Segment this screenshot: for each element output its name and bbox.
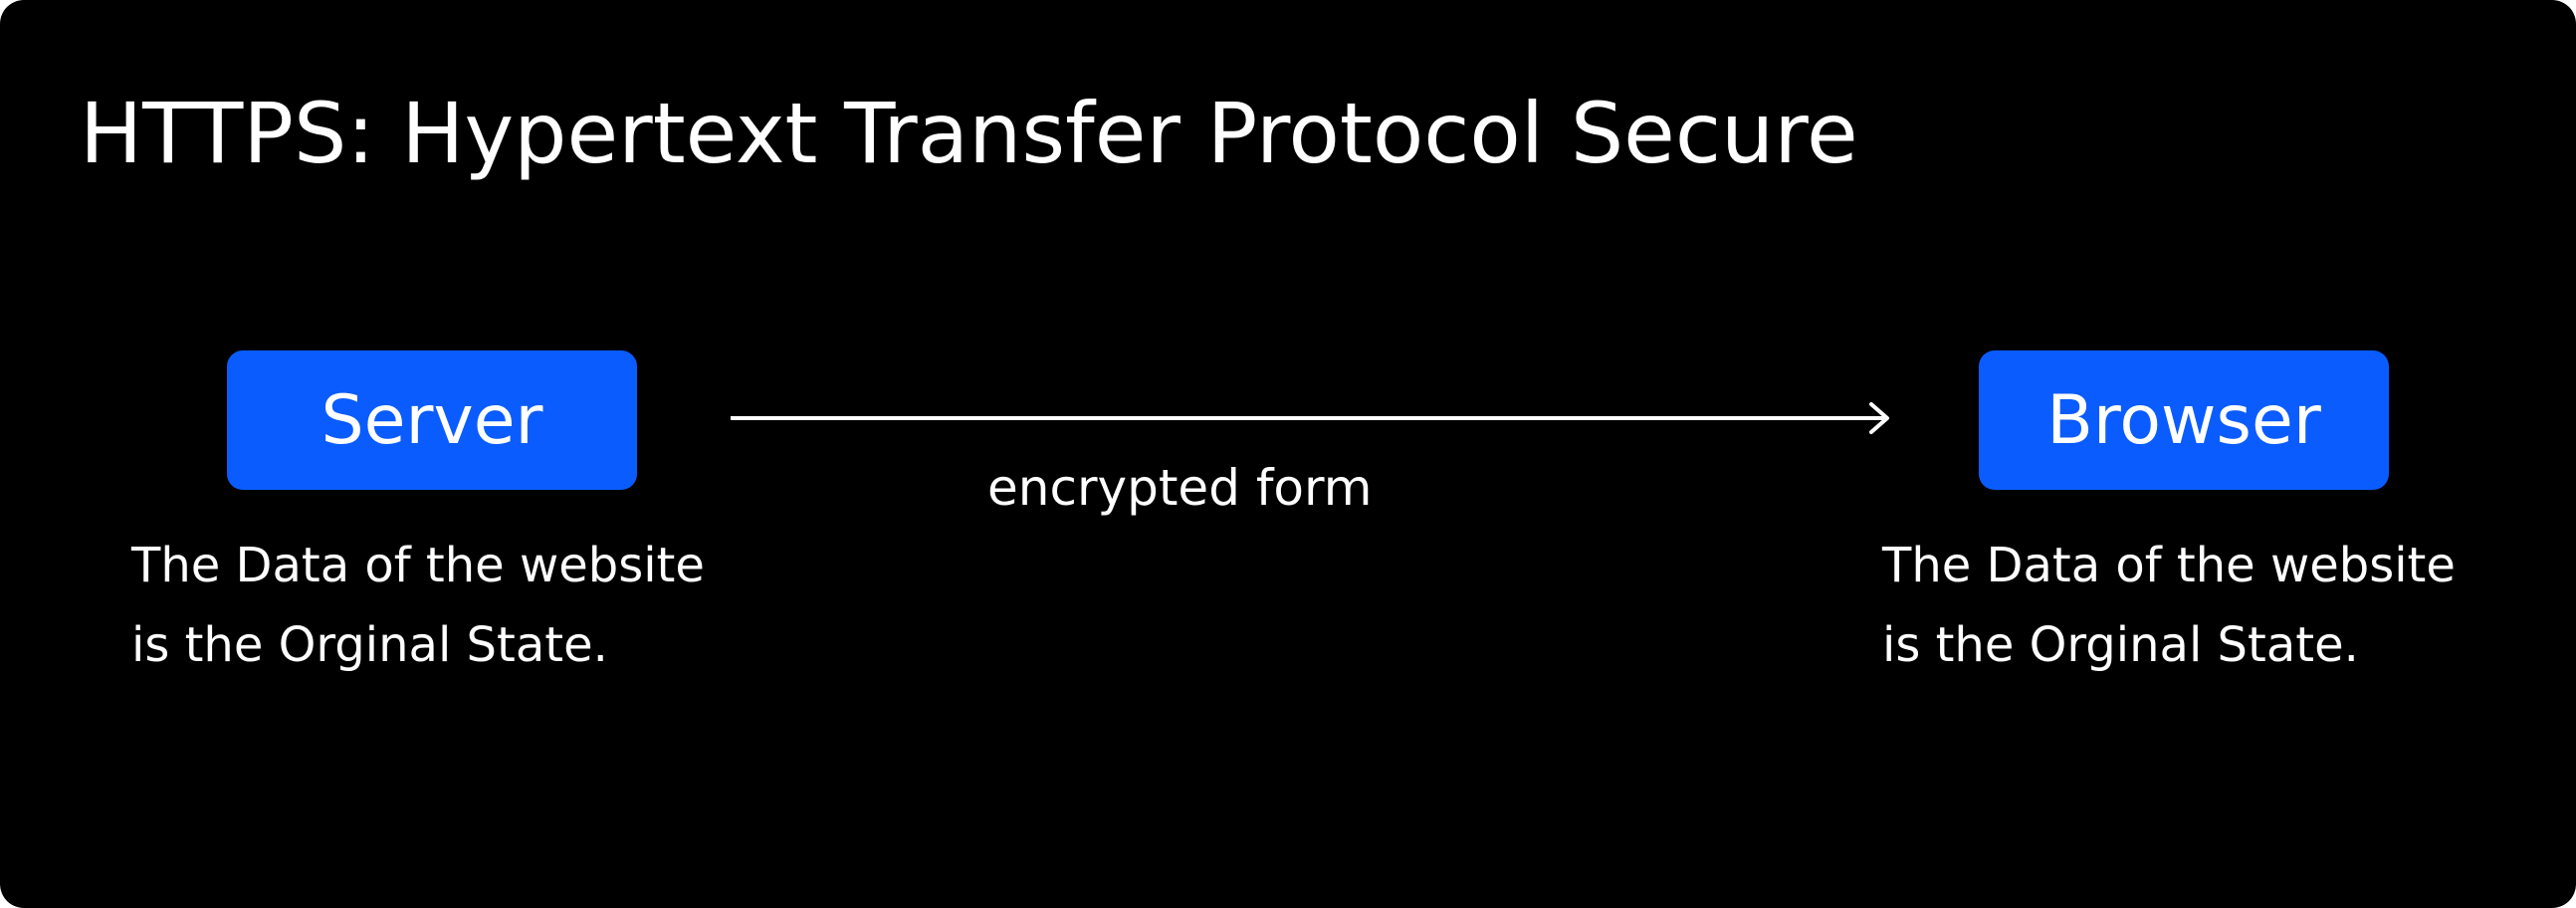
edge-label: encrypted form	[987, 459, 1373, 517]
encrypted-transfer-arrow	[731, 402, 1889, 434]
browser-caption-line-1: The Data of the website	[1882, 538, 2456, 593]
server-caption: The Data of the website is the Orginal S…	[131, 526, 705, 685]
diagram-canvas: HTTPS: Hypertext Transfer Protocol Secur…	[0, 0, 2576, 908]
browser-node-label: Browser	[2046, 380, 2321, 460]
browser-node: Browser	[1979, 350, 2389, 490]
server-node: Server	[227, 350, 637, 490]
browser-caption-line-2: is the Orginal State.	[1882, 617, 2359, 673]
server-caption-line-1: The Data of the website	[131, 538, 705, 593]
diagram-title: HTTPS: Hypertext Transfer Protocol Secur…	[80, 85, 1858, 182]
browser-caption: The Data of the website is the Orginal S…	[1882, 526, 2456, 685]
server-node-label: Server	[321, 380, 543, 460]
server-caption-line-2: is the Orginal State.	[131, 617, 608, 673]
